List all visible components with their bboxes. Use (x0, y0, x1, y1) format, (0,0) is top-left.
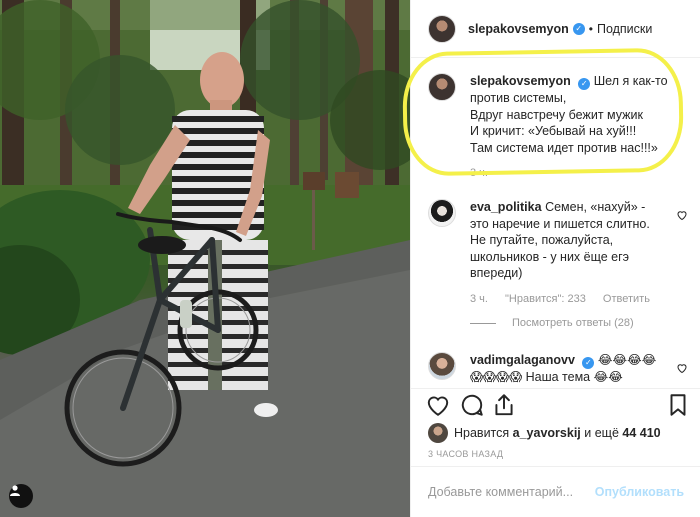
likes-and: и ещё (584, 426, 619, 440)
caption-line-3: Вдруг навстречу бежит мужик (470, 107, 643, 122)
comments-list[interactable]: slepakovsemyon ✓ Шел я как-то против сис… (411, 59, 700, 387)
caption-line-4: И кричит: «Уебывай на хуй!!! (470, 124, 637, 139)
post-timestamp[interactable]: 3 ЧАСОВ НАЗАД (428, 449, 503, 459)
comment-time[interactable]: 3 ч. (470, 293, 488, 305)
commenter-avatar[interactable] (428, 352, 456, 380)
photo-scene (0, 0, 410, 517)
publish-button[interactable]: Опубликовать (595, 485, 684, 499)
likes-prefix: Нравится (454, 426, 510, 440)
comment-line-4: школьников - у них ёще егэ (470, 249, 630, 264)
caption-author-avatar[interactable] (428, 73, 456, 101)
comment-likes[interactable]: "Нравится": 233 (505, 293, 586, 305)
replies-divider (470, 322, 496, 324)
comment-heart-icon[interactable] (676, 209, 688, 221)
liker-username[interactable]: a_yavorskij (513, 426, 581, 440)
comment-line-1: Семен, «нахуй» - (545, 200, 646, 214)
user-tag-button[interactable] (9, 484, 33, 508)
likes-summary[interactable]: Нравится a_yavorskij и ещё 44 410 (428, 423, 661, 443)
commenter-avatar[interactable] (428, 199, 456, 227)
bookmark-icon[interactable] (665, 392, 691, 418)
post-header: slepakovsemyon ✓ • Подписки (411, 0, 700, 58)
verified-badge-icon: ✓ (582, 357, 595, 370)
action-bar (411, 388, 700, 418)
comment-icon[interactable] (459, 392, 485, 418)
comment-author[interactable]: eva_politika (470, 200, 542, 214)
comment-heart-icon[interactable] (676, 362, 688, 374)
header-separator: • (588, 21, 593, 36)
heart-icon[interactable] (425, 392, 451, 418)
author-avatar[interactable] (428, 14, 456, 43)
comment-emoji-1: 😂😂😂😂 (597, 353, 657, 367)
author-username[interactable]: slepakovsemyon (468, 22, 569, 36)
following-button[interactable]: Подписки (597, 22, 652, 36)
user-tag-icon (10, 485, 20, 496)
add-comment-form: Опубликовать (411, 466, 700, 517)
caption-line-5: Там система идет против нас!!!» (470, 140, 658, 155)
comment-input[interactable] (428, 485, 595, 499)
view-replies-label: Посмотреть ответы (28) (512, 317, 634, 329)
share-icon[interactable] (491, 392, 517, 418)
comment-line-5: впереди) (470, 266, 523, 280)
comment-item: vadimgalaganovv ✓ 😂😂😂😂 😱😱😱😱 Наша тема 😂😂 (428, 352, 696, 386)
caption-line-2: против системы, (470, 91, 567, 106)
verified-badge-icon: ✓ (572, 22, 585, 35)
comment-emoji-2: 😱😱😱😱 (470, 370, 523, 385)
post-photo[interactable] (0, 0, 410, 517)
caption-line-1: Шел я как-то (593, 74, 668, 88)
comment-line-3: Не путайте, пожалуйста, (470, 233, 614, 247)
caption-time[interactable]: 3 ч. (470, 167, 488, 179)
verified-badge-icon: ✓ (578, 78, 591, 91)
liker-avatar[interactable] (428, 423, 448, 443)
comment-author[interactable]: vadimgalaganovv (470, 353, 575, 367)
caption-author[interactable]: slepakovsemyon (470, 74, 571, 88)
comment-line-2: это наречие и пишется слитно. (470, 216, 650, 231)
comment-item: eva_politika Семен, «нахуй» - это наречи… (428, 199, 696, 307)
caption-comment: slepakovsemyon ✓ Шел я как-то против сис… (428, 73, 696, 182)
post-side-panel: slepakovsemyon ✓ • Подписки slepakovsemy… (410, 0, 700, 517)
likes-count[interactable]: 44 410 (622, 426, 660, 440)
reply-button[interactable]: Ответить (603, 293, 650, 305)
view-replies-button[interactable]: Посмотреть ответы (28) (470, 317, 634, 329)
comment-text-end: Наша тема 😂😂 (525, 370, 623, 385)
